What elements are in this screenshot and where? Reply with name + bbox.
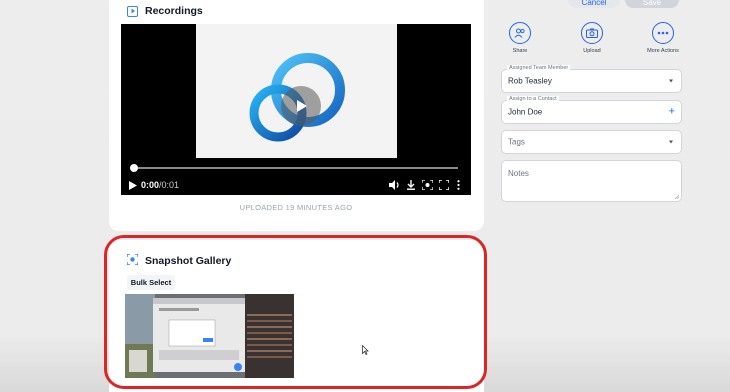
snapshot-gallery-title: Snapshot Gallery [145, 255, 232, 267]
center-play-button[interactable] [281, 86, 321, 126]
download-icon[interactable] [406, 178, 416, 192]
video-progress-bar[interactable] [130, 164, 458, 172]
chevron-down-icon [669, 140, 673, 144]
snapshot-thumbnail[interactable] [125, 294, 294, 378]
video-player[interactable]: 0:00 / 0:01 [121, 24, 471, 195]
more-horizontal-icon [652, 22, 674, 44]
snapshot-gallery-header: Snapshot Gallery [126, 253, 232, 268]
more-actions-label: More Actions [647, 48, 679, 54]
recordings-title: Recordings [145, 5, 203, 17]
more-actions-action[interactable]: More Actions [633, 22, 693, 54]
camera-icon [581, 22, 603, 44]
screenshot-icon[interactable] [422, 178, 433, 192]
chevron-down-icon [669, 79, 673, 83]
cancel-button[interactable]: Cancel [568, 0, 620, 8]
bulk-select-button[interactable]: Bulk Select [127, 275, 175, 290]
resize-handle-icon[interactable] [674, 194, 679, 199]
assign-contact-value: John Doe [508, 107, 543, 117]
assigned-team-member-value: Rob Teasley [508, 76, 552, 86]
current-time: 0:00 [141, 180, 160, 190]
volume-icon[interactable] [389, 178, 400, 192]
assigned-team-member-select[interactable]: Assigned Team Member Rob Teasley [501, 65, 682, 93]
upload-label: Upload [583, 48, 601, 54]
more-vertical-icon[interactable] [457, 178, 460, 192]
assign-contact-legend: Assign to a Contact [507, 96, 559, 102]
assign-contact-field[interactable]: Assign to a Contact John Doe + [501, 96, 682, 124]
play-icon[interactable] [129, 178, 137, 192]
scrub-handle[interactable] [130, 164, 138, 172]
upload-action[interactable]: Upload [562, 22, 622, 54]
plus-icon[interactable]: + [669, 106, 675, 118]
duration: 0:01 [161, 180, 180, 190]
video-time: 0:00 / 0:01 [141, 178, 179, 192]
snapshot-image [125, 294, 294, 378]
uploaded-timestamp: UPLOADED 19 MINUTES AGO [239, 203, 353, 212]
share-label: Share [512, 48, 528, 54]
recordings-header: Recordings [127, 5, 203, 17]
notes-textarea[interactable]: Notes [501, 160, 682, 202]
snapshot-icon [126, 253, 139, 268]
save-button[interactable]: Save [625, 0, 679, 8]
notes-placeholder: Notes [508, 169, 529, 178]
tags-placeholder: Tags [508, 137, 525, 147]
video-frame [196, 24, 397, 158]
users-icon [509, 22, 531, 44]
share-action[interactable]: Share [490, 22, 550, 54]
assigned-team-member-legend: Assigned Team Member [507, 65, 571, 71]
tags-select[interactable]: Tags [501, 130, 682, 154]
mouse-cursor-icon [362, 342, 369, 360]
play-square-icon [127, 5, 138, 17]
fullscreen-icon[interactable] [439, 178, 449, 192]
